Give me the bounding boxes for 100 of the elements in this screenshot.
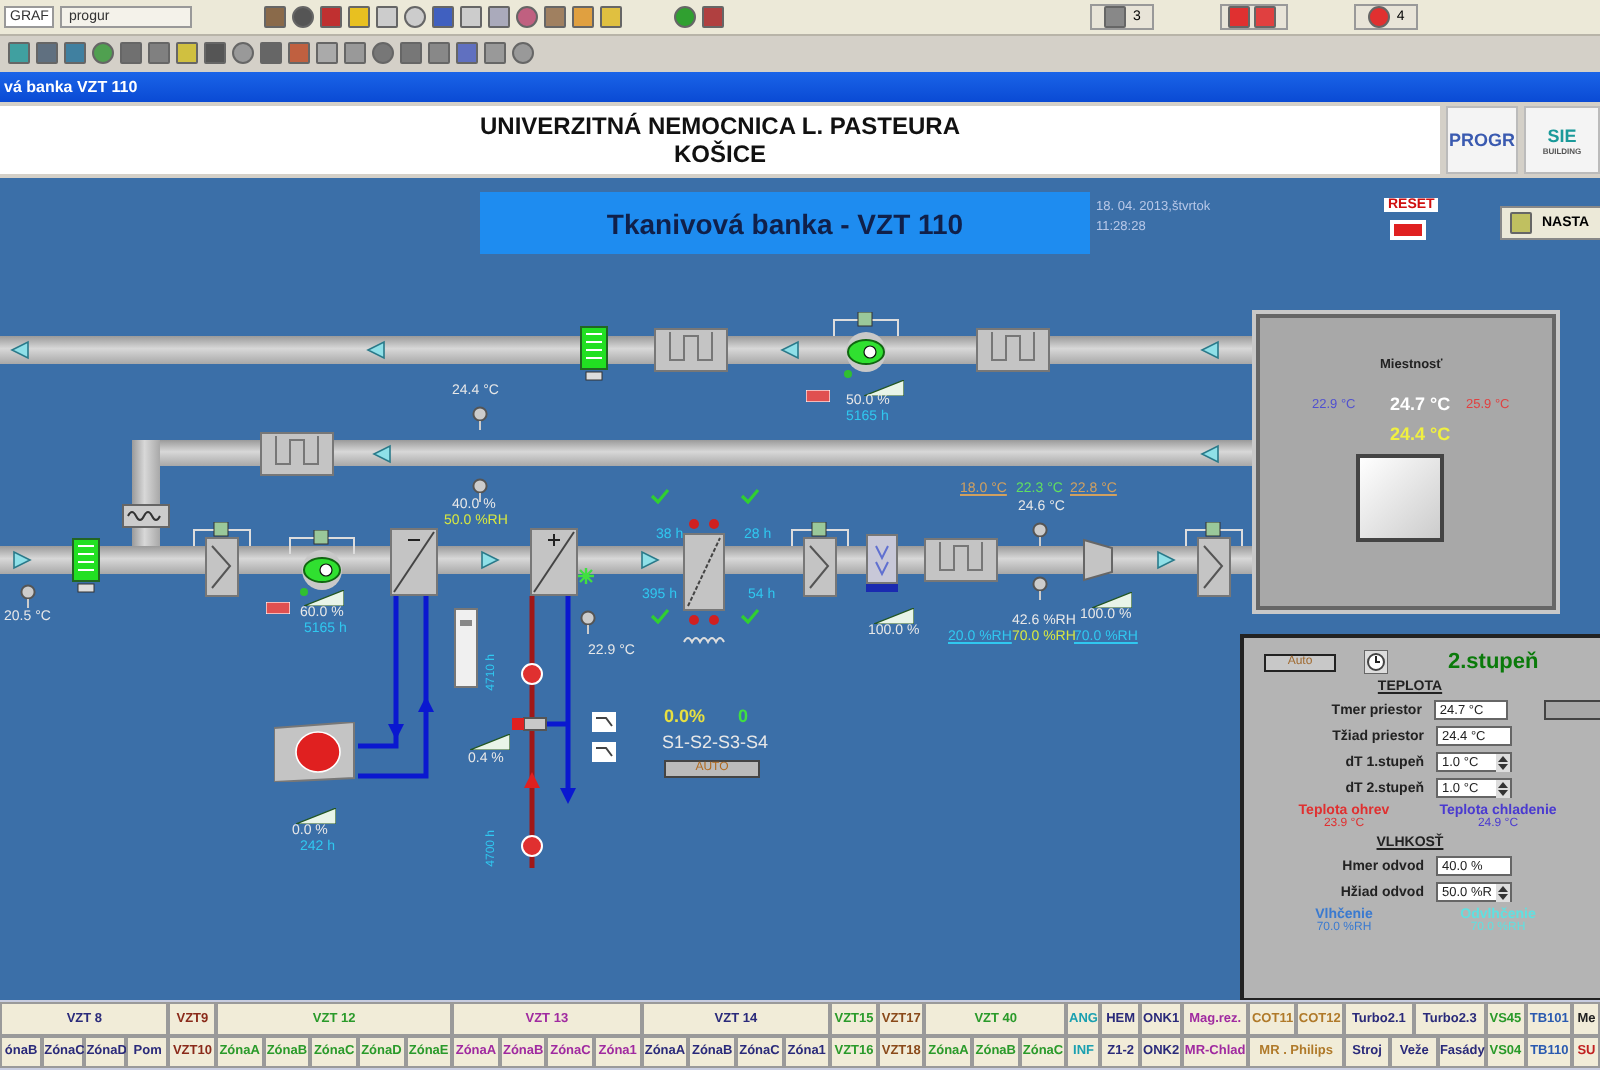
output-ramp-icon xyxy=(864,380,904,396)
toolbar-icon[interactable] xyxy=(292,6,315,28)
toolbar-icon[interactable] xyxy=(428,41,450,63)
sensor-icon xyxy=(472,478,488,502)
check-icon xyxy=(740,608,760,624)
toolbar-icon[interactable] xyxy=(348,6,371,28)
toolbar-icon[interactable] xyxy=(600,6,623,28)
flow-right-icon xyxy=(12,550,32,570)
toolbar-icon[interactable] xyxy=(516,6,539,28)
output-ramp-icon xyxy=(1092,592,1132,608)
filter-icon xyxy=(580,326,608,382)
damper-icon xyxy=(1184,522,1244,598)
flow-left-icon xyxy=(1200,340,1220,360)
toolbar-icon[interactable] xyxy=(432,6,455,28)
toolbar-icon[interactable] xyxy=(484,41,506,63)
toolbar-icon[interactable] xyxy=(64,41,86,63)
toolbar-icon[interactable] xyxy=(572,6,595,28)
spinner-arrows-icon[interactable] xyxy=(1496,883,1510,901)
check-icon xyxy=(740,488,760,504)
sensor-icon xyxy=(1032,522,1048,546)
reset-icon[interactable] xyxy=(1390,220,1426,240)
fan-icon xyxy=(288,530,356,598)
toolbar-icon[interactable] xyxy=(702,6,725,28)
check-icon xyxy=(650,488,670,504)
silencer-icon xyxy=(654,328,728,372)
output-ramp-icon xyxy=(296,808,336,824)
output-ramp-icon xyxy=(874,608,914,624)
clock-icon[interactable] xyxy=(1364,650,1388,674)
flow-left-icon xyxy=(780,340,800,360)
coil-icon xyxy=(390,528,438,596)
flow-left-icon xyxy=(1200,444,1220,464)
toolbar-icon[interactable] xyxy=(512,41,534,63)
level-gauge-icon xyxy=(454,608,478,688)
silencer-icon xyxy=(260,432,334,476)
stage-sequence: S1-S2-S3-S4 xyxy=(662,732,769,752)
screen-title: Tkanivová banka - VZT 110 xyxy=(480,192,1090,254)
toolbar-icon[interactable] xyxy=(264,6,287,28)
city-name: KOŠICE xyxy=(673,140,766,168)
check-icon xyxy=(650,608,670,624)
toolbar-icon[interactable] xyxy=(8,41,30,63)
toolbar-icon[interactable] xyxy=(176,41,198,63)
toolbar-icon[interactable] xyxy=(344,41,366,63)
alarm-button[interactable] xyxy=(1220,4,1289,30)
company-logo: PROGR xyxy=(1446,106,1518,174)
fan-icon xyxy=(832,312,900,380)
sensor-icon xyxy=(580,610,596,634)
stage-output: 0.0% xyxy=(664,706,706,726)
output-ramp-icon xyxy=(470,734,510,750)
toolbar-icon[interactable] xyxy=(36,41,58,63)
sensor-icon xyxy=(1032,576,1048,600)
room-button[interactable] xyxy=(1544,700,1600,720)
bell-icon xyxy=(1368,6,1391,28)
status-indicator-icon xyxy=(266,602,290,614)
flag-icon xyxy=(1104,6,1127,28)
toolbar-icon[interactable] xyxy=(120,41,142,63)
toolbar-icon[interactable] xyxy=(544,6,567,28)
flow-left-icon xyxy=(10,340,30,360)
alarm-icon xyxy=(1254,6,1277,28)
sensor-icon xyxy=(20,584,36,608)
confirm-icon[interactable] xyxy=(674,6,697,28)
flow-left-icon xyxy=(366,340,386,360)
filter-icon xyxy=(72,538,100,594)
sensor-icon xyxy=(472,406,488,430)
toolbar-icon[interactable] xyxy=(460,6,483,28)
mixing-damper-icon xyxy=(122,504,170,528)
toolbar-icon[interactable] xyxy=(372,41,394,63)
room-setpoint: 24.4 °C xyxy=(1390,424,1451,444)
stage-indicator: 2.stupeň xyxy=(1448,650,1539,674)
alarm-icon xyxy=(1228,6,1251,28)
spinner-arrows-icon[interactable] xyxy=(1496,753,1510,771)
cooling-unit-icon xyxy=(274,722,358,782)
toolbar-icon[interactable] xyxy=(488,6,511,28)
stage-count: 0 xyxy=(738,706,749,726)
toolbar-icon[interactable] xyxy=(316,41,338,63)
hospital-name: UNIVERZITNÁ NEMOCNICA L. PASTEURA xyxy=(480,112,960,140)
silencer-icon xyxy=(976,328,1050,372)
damper-icon xyxy=(1082,538,1114,582)
toolbar-icon[interactable] xyxy=(320,6,343,28)
toolbar-icon[interactable] xyxy=(288,41,310,63)
damper-icon xyxy=(790,522,850,598)
silencer-icon xyxy=(924,538,998,582)
logo-text: SIE xyxy=(1547,125,1577,145)
status-indicator-icon xyxy=(806,390,830,402)
flow-left-icon xyxy=(372,444,392,464)
toolbar-icon[interactable] xyxy=(376,6,399,28)
toolbar-icon[interactable] xyxy=(148,41,170,63)
thermostat-drawing[interactable] xyxy=(1356,454,1444,542)
damper-icon xyxy=(192,522,252,598)
flow-right-icon xyxy=(640,550,660,570)
coil-icon xyxy=(530,528,578,596)
flow-right-icon xyxy=(480,550,500,570)
toolbar-icon[interactable] xyxy=(204,41,226,63)
toolbar-icon[interactable] xyxy=(232,41,254,63)
toolbar-icon[interactable] xyxy=(404,6,427,28)
spinner-arrows-icon[interactable] xyxy=(1496,779,1510,797)
toolbar-icon[interactable] xyxy=(260,41,282,63)
toolbar-icon[interactable] xyxy=(400,41,422,63)
toolbar-icon[interactable] xyxy=(456,41,478,63)
flow-right-icon xyxy=(1156,550,1176,570)
toolbar-icon[interactable] xyxy=(92,41,114,63)
